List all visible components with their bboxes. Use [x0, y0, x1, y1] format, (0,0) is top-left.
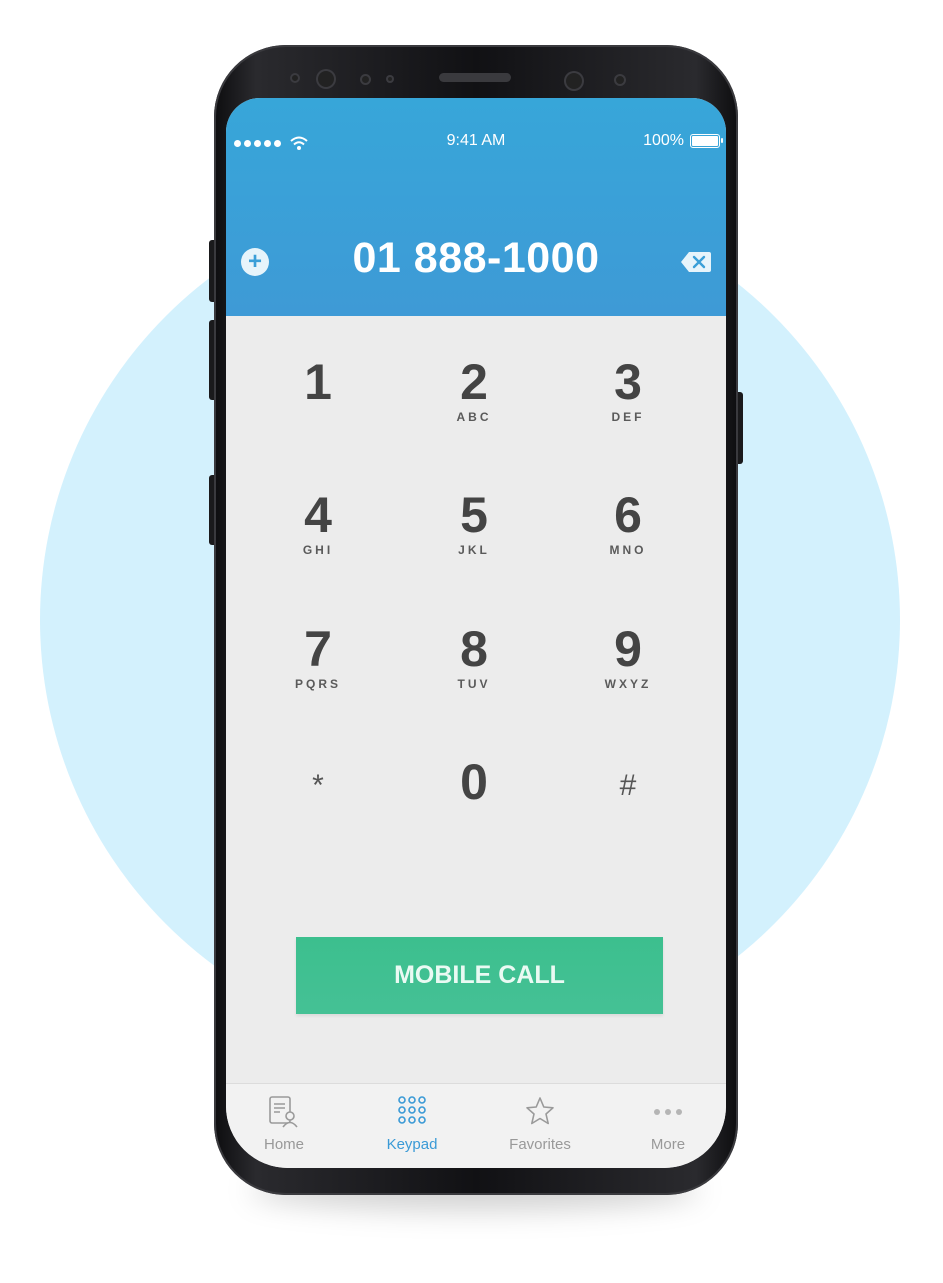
- dialer-header: 9:41 AM 100% + 01 888-1000: [226, 98, 726, 316]
- key-digit: 9: [614, 621, 642, 677]
- sensor-icon: [386, 75, 394, 83]
- key-letters: PQRS: [294, 677, 341, 691]
- star-icon: [526, 1097, 554, 1125]
- key-7[interactable]: 7 PQRS: [258, 593, 378, 703]
- battery-icon: [690, 134, 723, 148]
- key-0[interactable]: 0: [414, 726, 534, 836]
- key-6[interactable]: 6 MNO: [568, 459, 688, 569]
- key-letters: TUV: [457, 677, 491, 691]
- key-digit: 1: [304, 354, 332, 410]
- hash-icon: #: [619, 769, 637, 802]
- key-letters: MNO: [609, 543, 647, 557]
- contacts-icon: [269, 1096, 298, 1128]
- more-dots-icon: [654, 1109, 682, 1115]
- backspace-icon: [681, 252, 711, 272]
- key-digit: 2: [460, 354, 488, 410]
- phone-screen: 9:41 AM 100% + 01 888-1000 1 2 ABC 3 DEF…: [226, 98, 726, 1168]
- key-digit: 0: [460, 754, 488, 810]
- tab-favorites[interactable]: Favorites: [490, 1094, 590, 1153]
- tab-bar: Home Keypad Favorites More: [226, 1083, 726, 1168]
- keypad-grid-icon: [398, 1096, 426, 1124]
- sensor-icon: [614, 74, 626, 86]
- tab-label: Home: [263, 1136, 304, 1153]
- key-digit: 5: [460, 487, 488, 543]
- key-letters: ABC: [456, 410, 492, 424]
- key-8[interactable]: 8 TUV: [414, 593, 534, 703]
- sensor-icon: [360, 74, 371, 85]
- phone-top-bezel: [214, 45, 738, 105]
- mobile-call-button[interactable]: MOBILE CALL: [296, 937, 663, 1014]
- tab-label: Keypad: [386, 1136, 438, 1153]
- battery-status: 100%: [643, 132, 723, 150]
- key-star[interactable]: *: [258, 726, 378, 836]
- key-hash[interactable]: #: [568, 726, 688, 836]
- iris-camera-icon: [564, 71, 584, 91]
- plus-circle-icon: +: [247, 248, 262, 275]
- earpiece-speaker: [439, 73, 511, 82]
- tab-more[interactable]: More: [618, 1094, 718, 1153]
- tab-home[interactable]: Home: [234, 1094, 334, 1153]
- key-4[interactable]: 4 GHI: [258, 459, 378, 569]
- key-digit: 6: [614, 487, 642, 543]
- key-9[interactable]: 9 WXYZ: [568, 593, 688, 703]
- key-digit: 8: [460, 621, 488, 677]
- tab-keypad[interactable]: Keypad: [362, 1094, 462, 1153]
- tab-label: More: [650, 1136, 686, 1153]
- tab-label: Favorites: [509, 1136, 571, 1153]
- key-letters: WXYZ: [604, 677, 652, 691]
- key-digit: 3: [614, 354, 642, 410]
- key-letters: GHI: [302, 543, 334, 557]
- keypad: 1 2 ABC 3 DEF 4 GHI 5 JKL 6 MNO 7 PQRS 8…: [226, 316, 726, 876]
- asterisk-icon: *: [312, 769, 324, 802]
- battery-percent: 100%: [643, 132, 684, 149]
- key-letters: DEF: [611, 410, 645, 424]
- key-3[interactable]: 3 DEF: [568, 326, 688, 436]
- key-digit: 7: [304, 621, 332, 677]
- key-5[interactable]: 5 JKL: [414, 459, 534, 569]
- key-1[interactable]: 1: [258, 326, 378, 436]
- add-contact-button[interactable]: +: [241, 248, 269, 276]
- phone-frame: 9:41 AM 100% + 01 888-1000 1 2 ABC 3 DEF…: [214, 45, 738, 1195]
- key-digit: 4: [304, 487, 332, 543]
- front-camera-icon: [316, 69, 336, 89]
- dialed-number: 01 888-1000: [352, 234, 600, 282]
- key-letters: JKL: [458, 543, 490, 557]
- delete-digit-button[interactable]: [680, 250, 712, 274]
- key-2[interactable]: 2 ABC: [414, 326, 534, 436]
- sensor-icon: [290, 73, 300, 83]
